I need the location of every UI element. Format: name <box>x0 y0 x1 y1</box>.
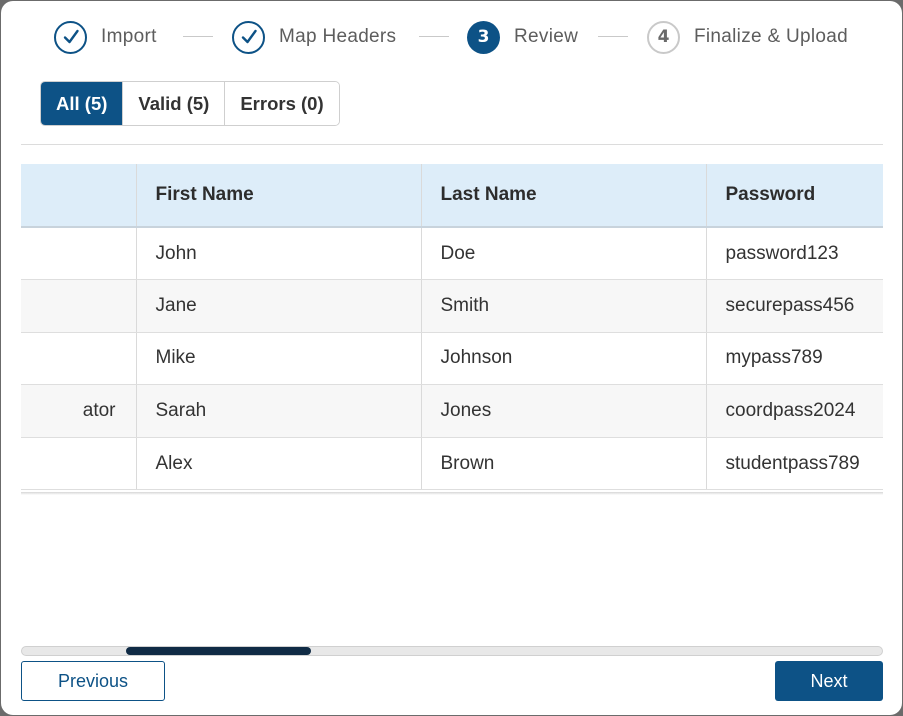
step-review: 3 Review <box>467 19 578 55</box>
step-number: 3 <box>467 20 500 54</box>
table-row: Mike Johnson mypass789 <box>21 332 883 386</box>
table-cell: Smith <box>421 279 707 333</box>
table-cell: securepass456 <box>706 279 883 333</box>
previous-button[interactable]: Previous <box>21 661 165 701</box>
step-label: Import <box>101 26 157 47</box>
scrollbar-thumb[interactable] <box>126 647 311 655</box>
next-button[interactable]: Next <box>775 661 883 701</box>
table-cell: ator <box>21 384 137 438</box>
table-row: John Doe password123 <box>21 227 883 281</box>
table-cell <box>21 332 137 386</box>
review-table: First Name Last Name Password John Doe p… <box>21 164 883 491</box>
check-icon <box>54 20 87 54</box>
table-cell: Jones <box>421 384 707 438</box>
filter-all-tab[interactable]: All (5) <box>41 82 123 125</box>
horizontal-scrollbar[interactable] <box>21 646 883 656</box>
table-bottom-shadow <box>21 492 883 495</box>
step-separator <box>598 36 628 37</box>
table-cell <box>21 437 137 491</box>
table-cell: Brown <box>421 437 707 491</box>
column-header-first-name: First Name <box>136 164 422 228</box>
filter-tabs: All (5) Valid (5) Errors (0) <box>40 81 340 126</box>
table-row: ator Sarah Jones coordpass2024 <box>21 384 883 438</box>
step-separator <box>419 36 449 37</box>
review-table-viewport: First Name Last Name Password John Doe p… <box>21 164 883 493</box>
column-header <box>21 164 137 228</box>
table-cell: Alex <box>136 437 422 491</box>
divider <box>21 144 883 145</box>
table-cell: John <box>136 227 422 281</box>
step-label: Review <box>514 26 579 47</box>
step-separator <box>183 36 213 37</box>
step-map-headers: Map Headers <box>232 19 396 55</box>
table-cell: Johnson <box>421 332 707 386</box>
step-label: Map Headers <box>279 26 397 47</box>
check-icon <box>232 20 265 54</box>
filter-valid-tab[interactable]: Valid (5) <box>122 82 225 125</box>
step-number: 4 <box>647 20 680 54</box>
table-cell: Mike <box>136 332 422 386</box>
table-cell <box>21 227 137 281</box>
table-cell <box>21 279 137 333</box>
step-import: Import <box>54 19 157 55</box>
table-cell: coordpass2024 <box>706 384 883 438</box>
table-header-row: First Name Last Name Password <box>21 164 883 228</box>
table-cell: Sarah <box>136 384 422 438</box>
table-row: Alex Brown studentpass789 <box>21 437 883 491</box>
stepper: Import Map Headers 3 Review 4 Finalize &… <box>1 19 902 55</box>
table-cell: password123 <box>706 227 883 281</box>
step-finalize: 4 Finalize & Upload <box>647 19 848 55</box>
column-header-last-name: Last Name <box>421 164 707 228</box>
table-cell: Doe <box>421 227 707 281</box>
table-cell: studentpass789 <box>706 437 883 491</box>
table-row: Jane Smith securepass456 <box>21 279 883 333</box>
step-label: Finalize & Upload <box>694 26 849 47</box>
column-header-password: Password <box>706 164 883 228</box>
filter-errors-tab[interactable]: Errors (0) <box>224 82 339 125</box>
import-review-modal: Import Map Headers 3 Review 4 Finalize &… <box>1 1 902 715</box>
table-cell: mypass789 <box>706 332 883 386</box>
table-cell: Jane <box>136 279 422 333</box>
